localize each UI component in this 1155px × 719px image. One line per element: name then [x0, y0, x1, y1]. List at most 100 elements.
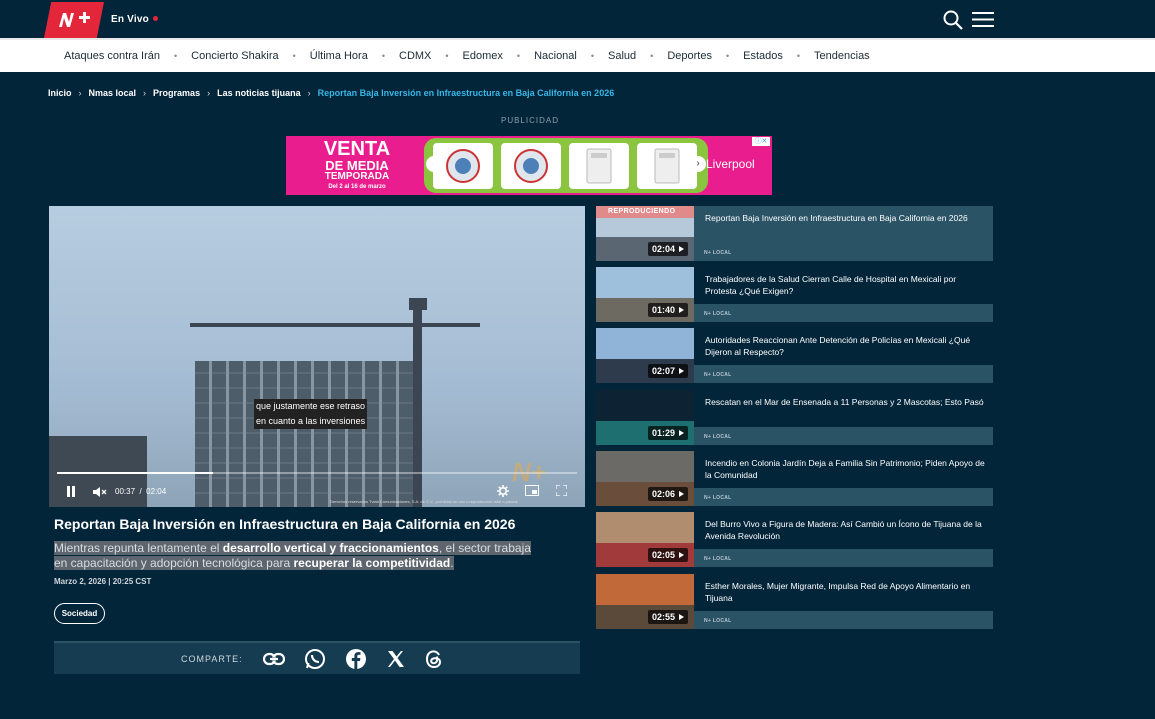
whatsapp-icon[interactable] — [304, 648, 326, 670]
mute-icon[interactable] — [93, 487, 107, 499]
settings-icon[interactable] — [497, 485, 509, 499]
nav-item-ataques[interactable]: Ataques contra Irán — [64, 50, 160, 62]
play-icon — [679, 614, 684, 620]
search-icon[interactable] — [942, 9, 964, 36]
video-progress-bar[interactable] — [57, 472, 577, 474]
nav-item-edomex[interactable]: Edomex — [463, 50, 503, 62]
ad-line: TEMPORADA — [324, 171, 390, 182]
ad-carousel: ‹ › — [424, 138, 708, 193]
ad-product-image[interactable] — [433, 143, 493, 189]
ad-banner[interactable]: VENTA DE MEDIA TEMPORADA Del 2 al 16 de … — [286, 136, 772, 195]
breadcrumb-nmas-local[interactable]: Nmas local — [89, 88, 137, 98]
facebook-icon[interactable] — [345, 648, 367, 670]
nav-item-salud[interactable]: Salud — [608, 50, 636, 62]
playlist-item-title[interactable]: Reportan Baja Inversión en Infraestructu… — [705, 212, 987, 224]
play-icon — [679, 491, 684, 497]
fullscreen-icon[interactable] — [555, 484, 568, 498]
carousel-next-icon[interactable]: › — [690, 156, 706, 172]
playlist-thumbnail[interactable]: 02:06 — [596, 451, 694, 506]
breadcrumb-inicio[interactable]: Inicio — [48, 88, 72, 98]
duration-badge: 01:40 — [647, 303, 688, 317]
n-plus-logo[interactable] — [44, 2, 104, 38]
lead-text: . — [450, 556, 454, 570]
playlist-thumbnail[interactable]: 01:40 — [596, 267, 694, 322]
play-icon — [679, 368, 684, 374]
copy-link-icon[interactable] — [262, 652, 285, 666]
ad-brand: Liverpool — [706, 157, 755, 171]
source-label: N+ LOCAL — [694, 488, 993, 506]
live-link[interactable]: En Vivo — [111, 14, 158, 25]
article-lead: Mientras repunta lentamente el desarroll… — [54, 541, 536, 571]
caption-line: en cuanto a las inversiones — [254, 414, 368, 429]
threads-icon[interactable] — [425, 649, 443, 669]
playlist-item-title[interactable]: Trabajadores de la Salud Cierran Calle d… — [705, 273, 987, 297]
time-current: 00:37 — [115, 487, 136, 496]
pause-icon[interactable] — [66, 486, 76, 499]
breadcrumb-noticias-tijuana[interactable]: Las noticias tijuana — [217, 88, 301, 98]
picture-in-picture-icon[interactable] — [525, 485, 539, 498]
nav-separator: • — [174, 51, 178, 61]
breadcrumb-current: Reportan Baja Inversión en Infraestructu… — [317, 88, 615, 98]
playlist-item[interactable]: 02:07 Autoridades Reaccionan Ante Detenci… — [596, 328, 993, 383]
lead-text: Mientras repunta lentamente el — [54, 541, 223, 555]
video-player[interactable]: que justamente ese retraso en cuanto a l… — [49, 206, 585, 507]
now-playing-badge: REPRODUCIENDO — [596, 206, 694, 218]
tag-sociedad[interactable]: Sociedad — [54, 603, 105, 624]
ad-product-image[interactable] — [569, 143, 629, 189]
playlist-thumbnail[interactable]: 02:05 — [596, 512, 694, 567]
ad-headline: VENTA DE MEDIA TEMPORADA Del 2 al 16 de … — [302, 139, 412, 190]
playlist-item[interactable]: 02:05 Del Burro Vivo a Figura de Madera: … — [596, 512, 993, 567]
playlist-thumbnail[interactable]: 02:55 — [596, 574, 694, 629]
play-icon — [679, 307, 684, 313]
chevron-right-icon: › — [207, 88, 211, 98]
x-twitter-icon[interactable] — [386, 649, 406, 669]
playlist-item-title[interactable]: Incendio en Colonia Jardín Deja a Famili… — [705, 457, 987, 481]
ad-product-image[interactable] — [637, 143, 697, 189]
playlist-item-title[interactable]: Autoridades Reaccionan Ante Detención de… — [705, 334, 987, 358]
nav-item-tendencias[interactable]: Tendencias — [814, 50, 870, 62]
playlist-item[interactable]: REPRODUCIENDO 02:04 Reportan Baja Inversió… — [596, 206, 993, 261]
playlist-item[interactable]: 02:06 Incendio en Colonia Jardín Deja a F… — [596, 451, 993, 506]
duration-text: 02:06 — [651, 489, 675, 499]
breadcrumb-programas[interactable]: Programas — [153, 88, 200, 98]
play-icon — [679, 552, 684, 558]
playlist-thumbnail[interactable]: 01:29 — [596, 390, 694, 445]
source-label: N+ LOCAL — [694, 304, 993, 322]
playlist-thumbnail[interactable]: 02:07 — [596, 328, 694, 383]
nav-item-concierto[interactable]: Concierto Shakira — [191, 50, 278, 62]
time-total: 02:04 — [146, 487, 167, 496]
nav-item-nacional[interactable]: Nacional — [534, 50, 577, 62]
share-label: COMPARTE: — [181, 653, 243, 664]
source-label: N+ LOCAL — [694, 365, 993, 383]
playlist-item-title[interactable]: Esther Morales, Mujer Migrante, Impulsa … — [705, 580, 987, 604]
nav-item-cdmx[interactable]: CDMX — [399, 50, 431, 62]
top-bar: En Vivo — [0, 0, 1155, 40]
nav-separator: • — [796, 51, 801, 61]
chevron-right-icon: › — [143, 88, 147, 98]
playlist-item[interactable]: 01:40 Trabajadores de la Salud Cierran Ca… — [596, 267, 993, 322]
nav-item-deportes[interactable]: Deportes — [667, 50, 712, 62]
duration-text: 01:29 — [651, 428, 675, 438]
play-icon — [679, 430, 684, 436]
breadcrumb: Inicio › Nmas local › Programas › Las notic… — [48, 88, 614, 98]
chevron-right-icon: › — [307, 88, 311, 98]
playlist-item[interactable]: 01:29 Rescatan en el Mar de Ensenada a 11… — [596, 390, 993, 445]
nav-separator: • — [516, 51, 521, 61]
ad-choices-icon[interactable]: ⓘ✕ — [752, 137, 770, 146]
duration-badge: 02:07 — [647, 364, 688, 378]
ad-line: Del 2 al 16 de marzo — [328, 184, 386, 190]
source-label: N+ LOCAL — [694, 243, 993, 261]
ad-product-image[interactable] — [501, 143, 561, 189]
nav-item-estados[interactable]: Estados — [743, 50, 783, 62]
source-label: N+ LOCAL — [694, 549, 993, 567]
article-title: Reportan Baja Inversión en Infraestructu… — [54, 516, 516, 532]
nav-separator: • — [292, 51, 296, 61]
source-label: N+ LOCAL — [694, 427, 993, 445]
playlist-item-title[interactable]: Rescatan en el Mar de Ensenada a 11 Pers… — [705, 396, 987, 408]
playlist-thumbnail[interactable]: REPRODUCIENDO 02:04 — [596, 206, 694, 261]
playlist-item-title[interactable]: Del Burro Vivo a Figura de Madera: Así C… — [705, 518, 987, 542]
section-nav: Ataques contra Irán • Concierto Shakira • … — [0, 40, 1155, 72]
playlist-item[interactable]: 02:55 Esther Morales, Mujer Migrante, Imp… — [596, 574, 993, 629]
nav-item-ultima-hora[interactable]: Última Hora — [310, 50, 368, 62]
menu-icon[interactable] — [972, 11, 994, 33]
